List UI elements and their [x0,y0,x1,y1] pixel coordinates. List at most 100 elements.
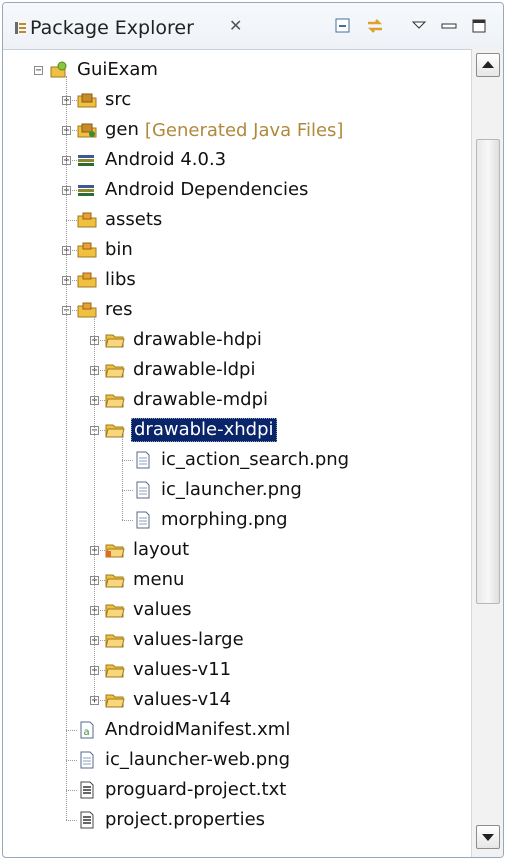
view-menu-icon[interactable] [409,16,429,36]
scrollbar-thumb[interactable] [476,139,500,604]
tree-item[interactable]: src [77,85,133,115]
tree-connector [122,520,133,521]
tree-item-label: morphing.png [161,509,288,530]
tree-item[interactable]: layout [105,535,191,565]
tree-item-label: drawable-mdpi [133,389,268,410]
collapse-all-icon[interactable] [333,16,353,36]
tree-connector [66,820,77,821]
generated-source-folder-icon [77,123,97,138]
file-icon [136,451,150,469]
folder-icon [105,604,125,618]
layout-folder-icon [105,544,125,558]
tree-item[interactable]: res [77,295,134,325]
tree-item[interactable]: assets [77,205,164,235]
tree-item[interactable]: morphing.png [133,505,290,535]
tree-item-label: ic_action_search.png [161,449,350,470]
tree-connector [122,490,133,491]
tree-item[interactable]: drawable-ldpi [105,355,257,385]
tree-item-label: drawable-ldpi [133,359,256,380]
text-file-icon [80,781,94,799]
scroll-down-icon[interactable] [476,825,500,849]
close-tab-icon[interactable]: ✕ [229,16,242,35]
tree-item-label: values-v11 [133,659,232,680]
tree-item-label: menu [133,569,185,590]
tree-guide [66,76,67,820]
tree-item[interactable]: drawable-hdpi [105,325,264,355]
tree-item[interactable]: values-large [105,625,246,655]
tree-item-label: GuiExam [77,59,158,80]
view-title[interactable]: Package Explorer [30,17,194,39]
minimize-icon[interactable] [439,16,459,36]
tree-item[interactable]: proguard-project.txt [77,775,288,805]
package-explorer-view: Package Explorer ✕ − GuiExam + src + gen [Gene… [2,2,504,858]
file-icon [136,511,150,529]
tree-item-label: assets [105,209,163,230]
library-icon [78,155,94,166]
tree-item-label: drawable-hdpi [133,329,262,350]
file-icon [136,481,150,499]
tree-guide [94,316,95,700]
tree-connector [66,730,77,731]
tree-item-label: res [105,299,133,320]
collapse-icon[interactable]: − [34,66,43,76]
tree-item-label: values [133,599,192,620]
tree-connector [66,760,77,761]
tree-item-label: values-v14 [133,689,232,710]
folder-icon [105,574,125,588]
link-with-editor-icon[interactable] [365,16,385,36]
project-tree[interactable]: − GuiExam + src + gen [Generated Java Files] + A… [3,49,471,857]
tree-guide [122,436,123,520]
tree-item[interactable]: a AndroidManifest.xml [77,715,292,745]
tree-item-label: gen [105,119,139,140]
package-explorer-icon [15,22,26,34]
tree-item[interactable]: ic_launcher-web.png [77,745,292,775]
manifest-file-icon: a [80,721,94,739]
tree-item-label: project.properties [105,809,266,830]
svg-text:a: a [84,727,90,738]
tree-item[interactable]: gen [Generated Java Files] [77,115,343,145]
tree-item[interactable]: drawable-xhdpi [105,415,277,445]
scroll-up-icon[interactable] [476,53,500,77]
file-icon [80,751,94,769]
tree-item[interactable]: values [105,595,194,625]
folder-icon [105,334,125,348]
tree-item-decoration: [Generated Java Files] [144,119,344,141]
tree-item-label: layout [133,539,190,560]
maximize-icon[interactable] [469,16,489,36]
tree-item-label: AndroidManifest.xml [105,719,291,740]
tree-item-label: src [105,89,132,110]
source-folder-icon [77,93,97,108]
view-header: Package Explorer ✕ [3,3,503,50]
tree-item-label: ic_launcher-web.png [105,749,291,770]
tree-item[interactable]: libs [77,265,138,295]
vertical-scrollbar[interactable] [471,49,503,857]
tree-connector [122,460,133,461]
tree-item[interactable]: ic_launcher.png [133,475,304,505]
tree-item[interactable]: project.properties [77,805,267,835]
tree-item[interactable]: values-v11 [105,655,233,685]
tree-connector [66,220,77,221]
tree-item-label: Android Dependencies [105,179,309,200]
tree-item-label: drawable-xhdpi [131,418,277,442]
tree-item[interactable]: drawable-mdpi [105,385,270,415]
tree-item-label: ic_launcher.png [161,479,302,500]
tree-item[interactable]: menu [105,565,186,595]
tree-item-label: values-large [133,629,244,650]
folder-icon [105,394,125,408]
tree-item[interactable]: Android 4.0.3 [77,145,228,175]
folder-icon [105,694,125,708]
tree-item[interactable]: values-v14 [105,685,233,715]
folder-icon [105,634,125,648]
tree-item[interactable]: Android Dependencies [77,175,310,205]
library-icon [78,185,94,196]
folder-icon [105,664,125,678]
package-folder-icon [77,212,97,228]
tree-connector [66,790,77,791]
tree-item[interactable]: ic_action_search.png [133,445,351,475]
tree-item-label: Android 4.0.3 [105,149,227,170]
tree-item-label: libs [105,269,136,290]
folder-icon [105,364,125,378]
tree-item-label: proguard-project.txt [105,779,287,800]
package-folder-icon [77,272,97,288]
tree-item[interactable]: bin [77,235,135,265]
